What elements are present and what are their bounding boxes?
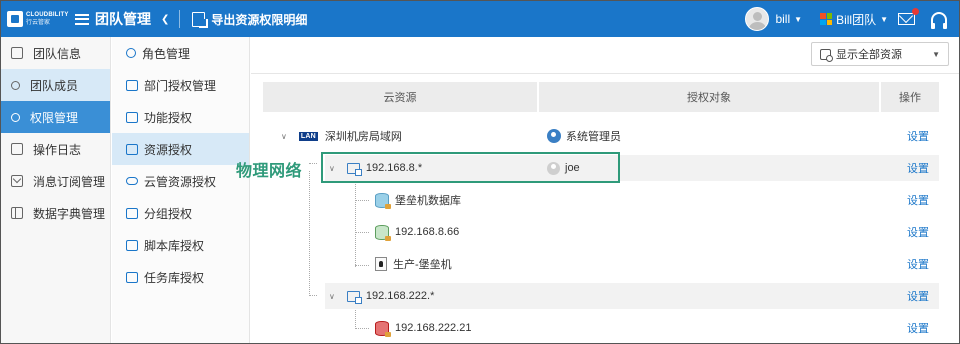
resource-filter-icon xyxy=(820,48,833,62)
list-icon xyxy=(126,111,138,123)
sidebar-item-operation-log[interactable]: 操作日志 xyxy=(1,133,110,165)
export-permissions-button[interactable]: 导出资源权限明细 xyxy=(192,11,307,28)
chevron-down-icon: ▼ xyxy=(932,49,940,59)
script-icon xyxy=(126,239,138,251)
column-header-resource: 云资源 xyxy=(263,82,539,112)
table-row[interactable]: 192.168.8.66 设置 xyxy=(263,219,939,245)
mail-icon[interactable] xyxy=(898,8,919,25)
table-row[interactable]: ∨ LAN 深圳机房局域网 系统管理员 设置 xyxy=(263,123,939,149)
column-header-action: 操作 xyxy=(899,92,921,104)
logo-mark-icon xyxy=(7,11,23,27)
monitor-icon xyxy=(126,143,138,155)
resource-name: 192.168.222.* xyxy=(365,290,435,302)
page-title: 团队管理 xyxy=(95,11,151,27)
chevron-down-icon[interactable]: ∨ xyxy=(329,164,335,173)
table-row[interactable]: ∨ 192.168.8.* joe 设置 xyxy=(325,155,939,181)
annotation-label: 物理网络 xyxy=(236,163,303,180)
sidebar-item-permissions[interactable]: 权限管理 xyxy=(1,101,110,133)
auth-object: 系统管理员 xyxy=(566,131,621,143)
subnav-item-roles[interactable]: 角色管理 xyxy=(112,37,249,69)
resource-filter-select[interactable]: 显示全部资源 ▼ xyxy=(811,42,949,66)
permission-icon xyxy=(11,112,20,122)
subnav-item-group-auth[interactable]: 分组授权 xyxy=(112,197,249,229)
settings-link[interactable]: 设置 xyxy=(907,224,929,240)
table-row[interactable]: 生产-堡垒机 设置 xyxy=(263,251,939,277)
resource-name: 堡垒机数据库 xyxy=(395,195,461,207)
envelope-icon xyxy=(11,175,23,187)
user-icon xyxy=(547,161,560,175)
export-icon xyxy=(192,11,209,28)
server-icon xyxy=(375,224,391,241)
content-area: 显示全部资源 ▼ 云资源 授权对象 操作 ∨ LAN 深圳机房局域网 系统管理员… xyxy=(251,37,959,343)
subnav-item-task-auth[interactable]: 任务库授权 xyxy=(112,261,249,293)
unread-dot xyxy=(912,8,919,15)
redis-icon xyxy=(375,320,391,337)
subnav-item-script-auth[interactable]: 脚本库授权 xyxy=(112,229,249,261)
settings-link[interactable]: 设置 xyxy=(907,320,929,336)
user-name[interactable]: bill xyxy=(775,12,790,26)
network-segment-icon xyxy=(346,162,362,176)
team-name[interactable]: Bill团队 xyxy=(836,11,876,28)
lan-icon: LAN xyxy=(298,131,318,141)
network-segment-icon xyxy=(346,290,362,304)
sidebar-item-data-dictionary[interactable]: 数据字典管理 xyxy=(1,197,110,229)
table-row[interactable]: 堡垒机数据库 设置 xyxy=(263,187,939,213)
resource-name: 192.168.8.66 xyxy=(395,226,460,238)
user-avatar[interactable] xyxy=(745,7,770,31)
resource-name: 192.168.8.* xyxy=(365,162,423,174)
book-icon xyxy=(11,207,23,219)
clipboard-icon xyxy=(126,271,138,283)
logo-text-en: CLOUDBILITY xyxy=(26,12,69,18)
header-divider xyxy=(179,10,181,28)
auth-object: joe xyxy=(565,162,580,174)
resource-table: 云资源 授权对象 操作 xyxy=(263,82,939,112)
top-header: CLOUDBILITY 行云管家 团队管理 ❮ 导出资源权限明细 bill ▼ … xyxy=(1,1,959,37)
logo-text-cn: 行云管家 xyxy=(26,20,51,26)
users-icon xyxy=(11,80,20,90)
export-label: 导出资源权限明细 xyxy=(211,12,308,27)
subnav-item-cloud-resource-auth[interactable]: 云管资源授权 xyxy=(112,165,249,197)
settings-link[interactable]: 设置 xyxy=(907,256,929,272)
role-icon xyxy=(126,48,136,58)
admin-group-icon xyxy=(547,129,561,143)
logo[interactable]: CLOUDBILITY 行云管家 xyxy=(1,11,73,27)
settings-link[interactable]: 设置 xyxy=(907,160,929,176)
collapse-left-icon[interactable]: ❮ xyxy=(161,14,169,25)
chevron-down-icon[interactable]: ∨ xyxy=(329,292,335,301)
main-sidebar: 团队信息 团队成员 权限管理 操作日志 消息订阅管理 数据字典管理 xyxy=(1,37,111,343)
hamburger-menu-icon[interactable] xyxy=(75,13,89,25)
subnav-item-function-auth[interactable]: 功能授权 xyxy=(112,101,249,133)
org-chart-icon xyxy=(126,79,138,91)
settings-link[interactable]: 设置 xyxy=(907,128,929,144)
user-menu-caret-icon[interactable]: ▼ xyxy=(794,15,802,24)
headset-support-icon[interactable] xyxy=(931,12,947,29)
resource-name: 深圳机房局域网 xyxy=(324,131,402,143)
log-icon xyxy=(11,143,23,155)
settings-link[interactable]: 设置 xyxy=(907,192,929,208)
table-header: 云资源 授权对象 操作 xyxy=(263,82,939,112)
subnav-item-resource-auth[interactable]: 资源授权 xyxy=(112,133,249,165)
resource-name: 生产-堡垒机 xyxy=(393,259,452,271)
database-icon xyxy=(375,192,391,209)
chevron-down-icon[interactable]: ∨ xyxy=(281,132,287,141)
sidebar-item-team-members[interactable]: 团队成员 xyxy=(1,69,110,101)
sidebar-item-subscriptions[interactable]: 消息订阅管理 xyxy=(1,165,110,197)
team-menu-caret-icon[interactable]: ▼ xyxy=(880,15,888,24)
folder-icon xyxy=(126,207,138,219)
table-row[interactable]: ∨ 192.168.222.* 设置 xyxy=(325,283,939,309)
linux-host-icon xyxy=(375,257,387,271)
subnav-item-department-auth[interactable]: 部门授权管理 xyxy=(112,69,249,101)
app-frame: CLOUDBILITY 行云管家 团队管理 ❮ 导出资源权限明细 bill ▼ … xyxy=(0,0,960,344)
doc-icon xyxy=(11,47,23,59)
table-row[interactable]: 192.168.222.21 设置 xyxy=(263,315,939,341)
settings-link[interactable]: 设置 xyxy=(907,288,929,304)
cloud-icon xyxy=(126,177,138,185)
sidebar-item-team-info[interactable]: 团队信息 xyxy=(1,37,110,69)
team-windows-icon xyxy=(820,13,833,25)
sub-navigation: 角色管理 部门授权管理 功能授权 资源授权 云管资源授权 分组授权 脚本库授权 xyxy=(112,37,250,343)
resource-name: 192.168.222.21 xyxy=(395,322,472,334)
resource-filter-label: 显示全部资源 xyxy=(836,49,902,61)
column-header-object: 授权对象 xyxy=(539,82,881,112)
